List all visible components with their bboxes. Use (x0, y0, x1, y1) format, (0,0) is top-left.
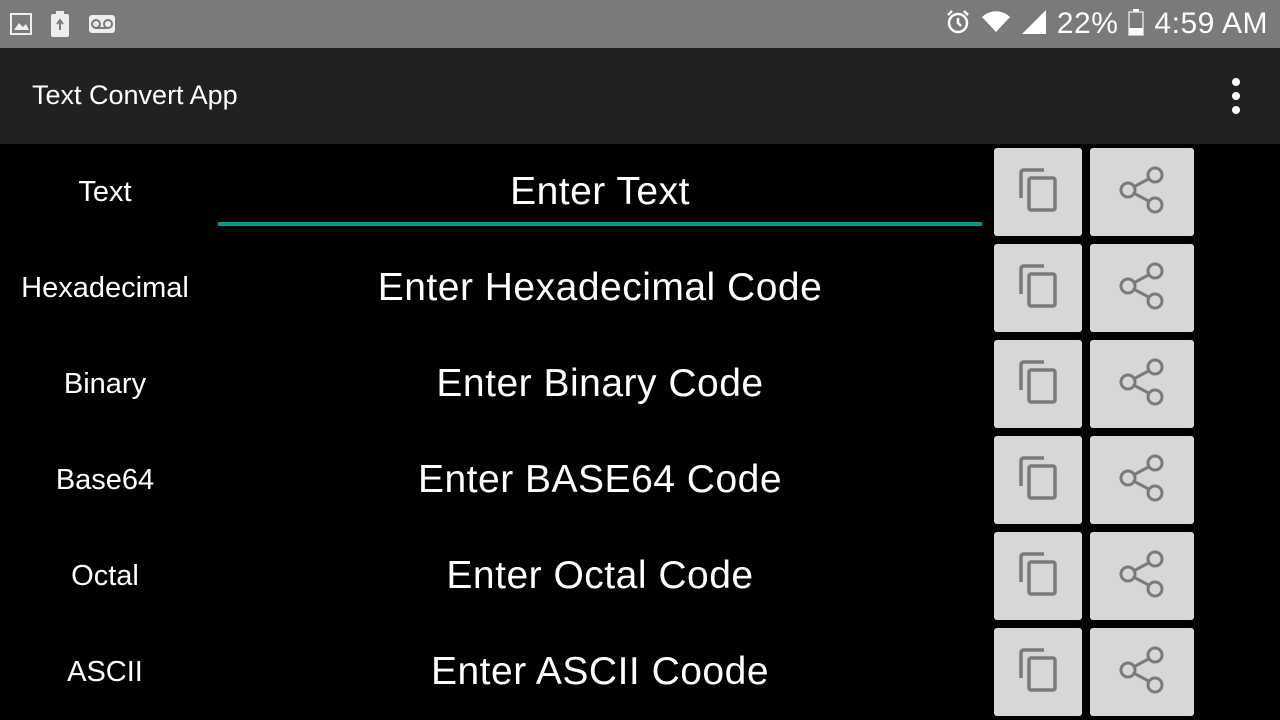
share-button[interactable] (1090, 340, 1194, 428)
copy-icon (1018, 646, 1058, 699)
copy-button[interactable] (994, 532, 1082, 620)
share-button[interactable] (1090, 148, 1194, 236)
row-label: Hexadecimal (21, 271, 189, 304)
copy-button[interactable] (994, 244, 1082, 332)
row-label: Base64 (55, 463, 155, 496)
wifi-icon (981, 10, 1011, 39)
app-bar: Text Convert App (0, 48, 1280, 144)
code-input-field[interactable]: Enter BASE64 Code (218, 432, 982, 528)
app-title: Text Convert App (32, 80, 238, 110)
copy-button[interactable] (994, 340, 1082, 428)
copy-icon (1018, 166, 1058, 219)
share-icon (1116, 260, 1168, 317)
copy-button[interactable] (994, 628, 1082, 716)
row-label: Text (78, 175, 132, 208)
share-button[interactable] (1090, 628, 1194, 716)
code-input-field[interactable]: Enter Octal Code (218, 528, 982, 624)
copy-icon (1018, 454, 1058, 507)
battery-icon (1128, 8, 1145, 41)
voicemail-icon (88, 14, 116, 39)
signal-icon (1021, 9, 1047, 40)
clock: 4:59 AM (1154, 7, 1268, 40)
copy-icon (1018, 358, 1058, 411)
notification-icons (10, 10, 116, 43)
row-label: Octal (71, 559, 139, 592)
more-vert-icon[interactable] (1216, 76, 1256, 116)
converter-row: Base64 Enter BASE64 Code (0, 432, 1280, 528)
converter-row: ASCII Enter ASCII Coode (0, 624, 1280, 720)
code-input-field[interactable]: Enter Text (218, 144, 982, 240)
converter-row: Text Enter Text (0, 144, 1280, 240)
share-icon (1116, 548, 1168, 605)
battery-percent: 22% (1056, 7, 1119, 40)
share-icon (1116, 644, 1168, 701)
code-input-field[interactable]: Enter Hexadecimal Code (218, 240, 982, 336)
copy-icon (1018, 550, 1058, 603)
row-label: Binary (63, 367, 147, 400)
alarm-icon (945, 9, 971, 40)
share-button[interactable] (1090, 532, 1194, 620)
share-icon (1116, 356, 1168, 413)
converter-row: Hexadecimal Enter Hexadecimal Code (0, 240, 1280, 336)
system-status: 22% 4:59 AM (945, 4, 1268, 44)
share-button[interactable] (1090, 436, 1194, 524)
converter-row: Binary Enter Binary Code (0, 336, 1280, 432)
copy-button[interactable] (994, 436, 1082, 524)
row-label: ASCII (67, 655, 143, 688)
image-icon (10, 11, 32, 42)
share-button[interactable] (1090, 244, 1194, 332)
share-icon (1116, 164, 1168, 221)
battery-saver-icon (50, 10, 70, 43)
converter-list: Text Enter Text Hexadecimal Enter Hexadecim… (0, 144, 1280, 720)
converter-row: Octal Enter Octal Code (0, 528, 1280, 624)
copy-button[interactable] (994, 148, 1082, 236)
code-input-field[interactable]: Enter Binary Code (218, 336, 982, 432)
copy-icon (1018, 262, 1058, 315)
share-icon (1116, 452, 1168, 509)
code-input-field[interactable]: Enter ASCII Coode (218, 624, 982, 720)
status-bar: 22% 4:59 AM (0, 0, 1280, 48)
